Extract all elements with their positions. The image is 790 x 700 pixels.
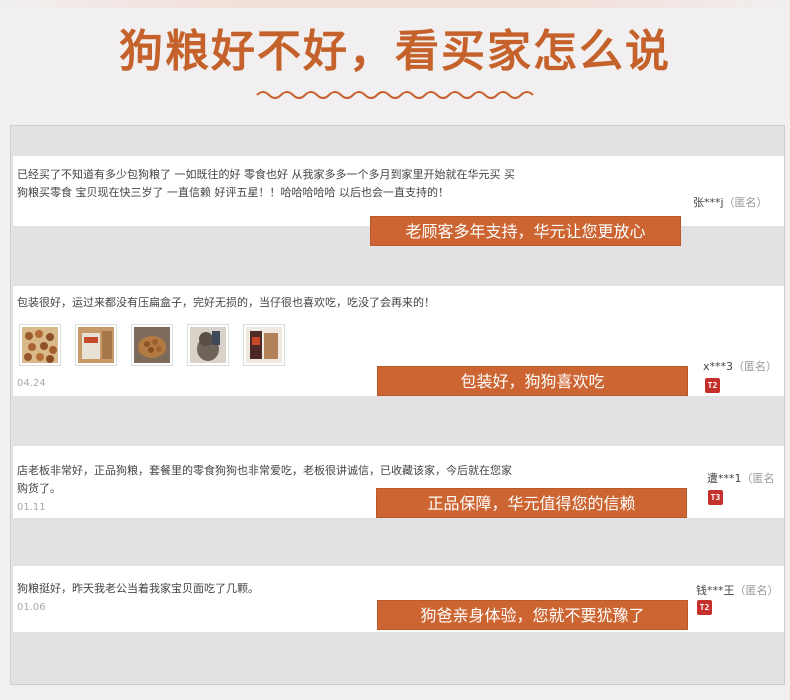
kibble-bowl-photo-icon xyxy=(134,327,170,363)
review-caption: 正品保障，华元值得您的信赖 xyxy=(376,488,687,518)
review-caption: 包装好，狗狗喜欢吃 xyxy=(377,366,688,396)
anonymous-label: （匿名 xyxy=(741,472,775,485)
review-date: 01.06 xyxy=(17,602,46,613)
review-photo[interactable] xyxy=(75,324,117,366)
reviews-panel: 已经买了不知道有多少包狗粮了 一如既往的好 零食也好 从我家多多一个多月到家里开… xyxy=(10,125,785,685)
review-photo[interactable] xyxy=(131,324,173,366)
reviewer-id: 遭***1 xyxy=(707,472,742,485)
buyer-level-badge: T3 xyxy=(708,490,723,505)
review-photo[interactable] xyxy=(243,324,285,366)
reviewer-id: 张***j xyxy=(693,196,724,209)
reviewer-id: 钱***王 xyxy=(696,584,735,597)
box-photo-icon xyxy=(78,327,114,363)
review-photo[interactable] xyxy=(19,324,61,366)
wave-divider-icon xyxy=(256,91,534,99)
buyer-level-badge: T2 xyxy=(705,378,720,393)
review-text: 已经买了不知道有多少包狗粮了 一如既往的好 零食也好 从我家多多一个多月到家里开… xyxy=(17,168,515,199)
reviewer-name: 钱***王（匿名） xyxy=(696,582,779,598)
review-text: 包装很好，运过来都没有压扁盒子，完好无损的，当仔很也喜欢吃，吃没了会再来的！ xyxy=(17,296,435,309)
anonymous-label: （匿名） xyxy=(733,360,778,373)
anonymous-label: （匿名） xyxy=(734,584,779,597)
reviewer-id: x***3 xyxy=(703,360,734,373)
review-caption: 老顾客多年支持，华元让您更放心 xyxy=(370,216,681,246)
review-date: 04.24 xyxy=(17,378,46,389)
review-caption: 狗爸亲身体验，您就不要犹豫了 xyxy=(377,600,688,630)
reviewer-name: x***3（匿名） xyxy=(703,358,777,374)
bag-photo-icon xyxy=(246,327,282,363)
kibble-photo-icon xyxy=(22,327,58,363)
review-date: 01.11 xyxy=(17,502,46,513)
top-decor-strip xyxy=(0,0,790,8)
review-text: 狗粮挺好，昨天我老公当着我家宝贝面吃了几颗。 xyxy=(17,582,259,595)
buyer-level-badge: T2 xyxy=(697,600,712,615)
review-photo[interactable] xyxy=(187,324,229,366)
anonymous-label: （匿名） xyxy=(723,196,768,209)
dog-photo-icon xyxy=(190,327,226,363)
reviewer-name: 张***j（匿名） xyxy=(693,194,768,210)
reviewer-name: 遭***1（匿名 xyxy=(707,470,775,486)
page-title: 狗粮好不好，看买家怎么说 xyxy=(119,26,671,77)
